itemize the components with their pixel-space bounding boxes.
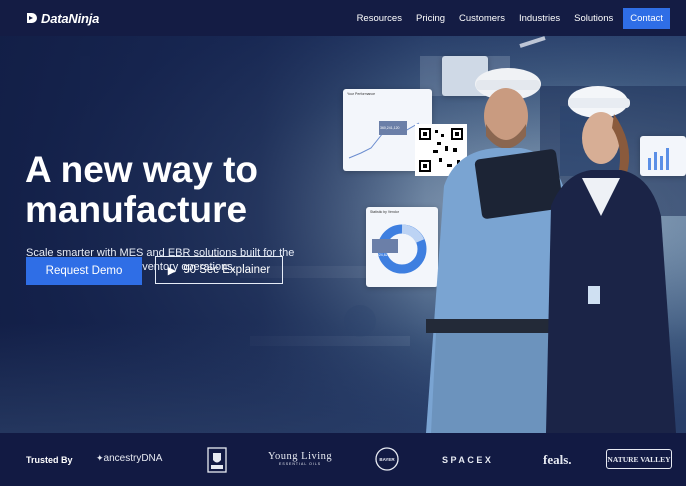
site-header: DataNinja Resources Pricing Customers In…	[0, 0, 686, 36]
brand-name: DataNinja	[41, 10, 100, 26]
explainer-label: 90 Sec Explainer	[183, 264, 271, 276]
crest-logo	[207, 447, 227, 473]
hero-headline: A new way to manufacture	[25, 150, 355, 230]
young-living-logo: Young Living ESSENTIAL OILS	[268, 451, 333, 466]
svg-text:BAYER: BAYER	[379, 457, 395, 462]
play-icon: ▶	[167, 264, 177, 277]
nav-industries[interactable]: Industries	[519, 13, 560, 24]
headline-line-2: manufacture	[25, 189, 248, 230]
bayer-logo: BAYER	[375, 447, 399, 471]
trusted-by-bar: Trusted By ✦ancestryDNA Young Living ESS…	[0, 433, 686, 486]
contact-button[interactable]: Contact	[623, 7, 670, 29]
request-demo-label: Request Demo	[45, 265, 123, 277]
ancestry-dna-logo: ✦ancestryDNA	[96, 453, 163, 464]
trusted-by-label: Trusted By	[26, 455, 73, 465]
nav-pricing[interactable]: Pricing	[416, 13, 445, 24]
explainer-video-button[interactable]: ▶ 90 Sec Explainer	[155, 256, 283, 284]
request-demo-button[interactable]: Request Demo	[26, 257, 142, 285]
feals-logo: feals.	[543, 452, 572, 467]
main-nav: Resources Pricing Customers Industries S…	[343, 7, 670, 29]
ancestry-leaf-icon: ✦	[96, 453, 104, 463]
nav-resources[interactable]: Resources	[357, 13, 402, 24]
engineers-photo	[426, 68, 676, 433]
nature-valley-logo: NATURE VALLEY	[606, 449, 672, 469]
logo[interactable]: DataNinja	[26, 11, 99, 26]
spacex-logo: SPACEX	[442, 455, 494, 465]
hero-section: Your Performance 360,241,120 Statistic b…	[0, 36, 686, 433]
dataninja-logo-icon	[27, 13, 37, 23]
headline-line-1: A new way to	[25, 149, 259, 190]
nav-customers[interactable]: Customers	[459, 13, 505, 24]
nav-solutions[interactable]: Solutions	[574, 13, 613, 24]
